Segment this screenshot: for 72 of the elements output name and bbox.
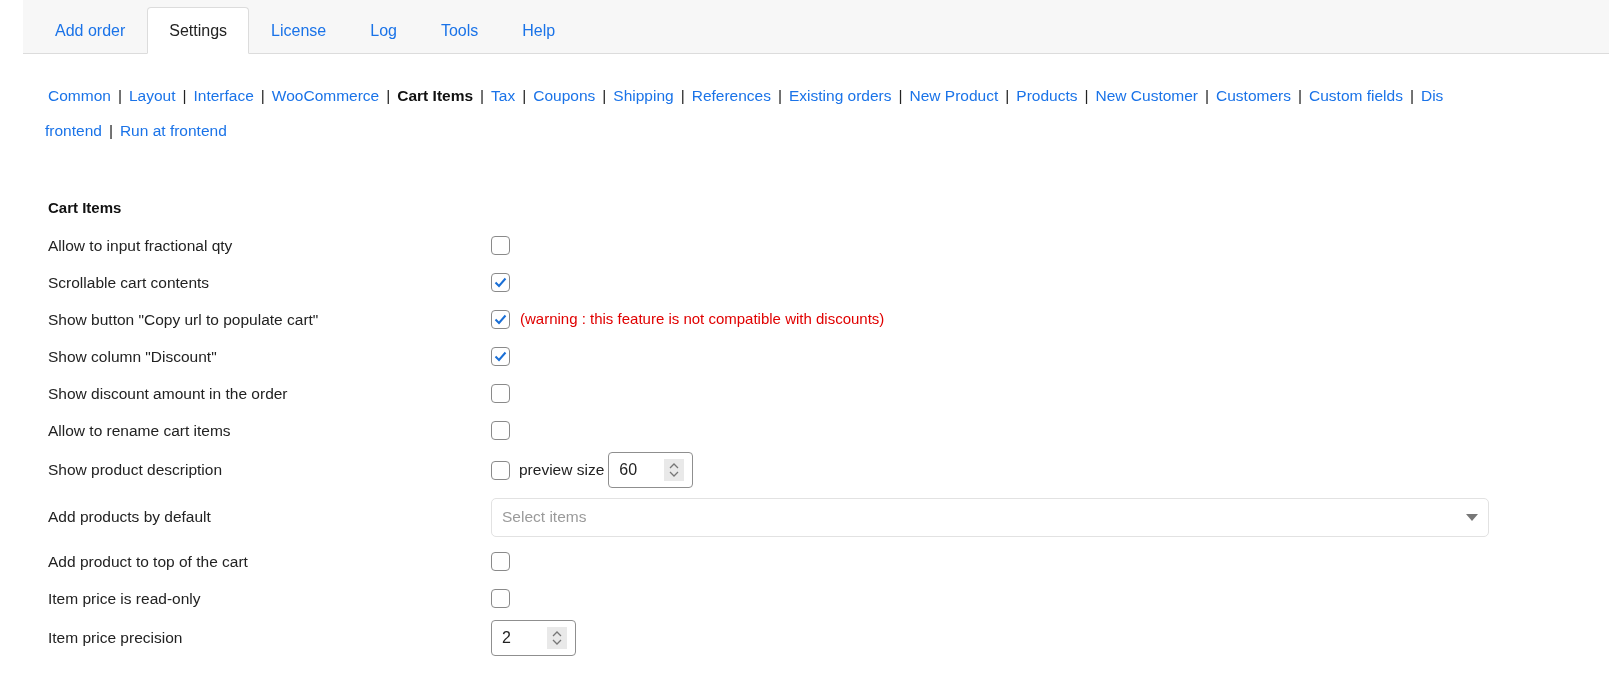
separator: | bbox=[480, 86, 485, 106]
separator: | bbox=[1205, 86, 1210, 106]
checkmark-icon bbox=[494, 314, 507, 325]
checkmark-icon bbox=[494, 351, 507, 362]
section-title: Cart Items bbox=[48, 197, 123, 218]
settings-link[interactable]: Existing orders bbox=[789, 84, 892, 108]
setting-label: Show discount amount in the order bbox=[48, 383, 289, 404]
tab[interactable]: Settings bbox=[147, 7, 250, 54]
setting-label: Scrollable cart contents bbox=[48, 272, 211, 293]
separator: | bbox=[1409, 86, 1414, 106]
separator: | bbox=[680, 86, 685, 106]
settings-link[interactable]: Dis bbox=[1420, 84, 1444, 108]
separator: | bbox=[182, 86, 187, 106]
number-field[interactable]: 2 bbox=[491, 620, 576, 656]
setting-label: Allow to rename cart items bbox=[48, 420, 232, 441]
setting-label: Show product description bbox=[48, 460, 224, 481]
checkbox[interactable] bbox=[491, 236, 510, 255]
checkbox[interactable] bbox=[491, 589, 510, 608]
checkbox[interactable] bbox=[491, 460, 510, 480]
checkbox[interactable] bbox=[491, 384, 510, 403]
separator: | bbox=[1084, 86, 1089, 106]
tab[interactable]: Tools bbox=[418, 7, 501, 54]
separator: | bbox=[117, 86, 122, 106]
separator: | bbox=[777, 86, 782, 106]
setting-label: Allow to input fractional qty bbox=[48, 235, 234, 256]
settings-link[interactable]: Tax bbox=[491, 84, 516, 108]
settings-link[interactable]: New Product bbox=[909, 84, 999, 108]
checkbox[interactable] bbox=[491, 273, 510, 292]
separator: | bbox=[898, 86, 903, 106]
separator: | bbox=[108, 121, 113, 142]
setting-label: Show column "Discount" bbox=[48, 346, 218, 367]
spinner-icon bbox=[547, 627, 567, 649]
settings-link[interactable]: References bbox=[691, 84, 771, 108]
settings-link[interactable]: Common bbox=[48, 84, 111, 108]
settings-link[interactable]: frontend bbox=[45, 119, 102, 143]
settings-link[interactable]: Shipping bbox=[613, 84, 674, 108]
checkmark-icon bbox=[494, 277, 507, 288]
tab[interactable]: Help bbox=[500, 7, 578, 54]
select-field[interactable]: Select items bbox=[491, 497, 1489, 537]
settings-link[interactable]: Custom fields bbox=[1309, 84, 1403, 108]
tab[interactable]: Log bbox=[348, 7, 419, 54]
settings-link[interactable]: Customers bbox=[1216, 84, 1291, 108]
separator: | bbox=[522, 86, 527, 106]
setting-label: Add product to top of the cart bbox=[48, 551, 249, 572]
separator: | bbox=[260, 86, 265, 106]
checkbox[interactable] bbox=[491, 310, 510, 329]
settings-link[interactable]: WooCommerce bbox=[271, 84, 380, 108]
settings-link[interactable]: New Customer bbox=[1095, 84, 1198, 108]
checkbox[interactable] bbox=[491, 552, 510, 571]
setting-label: Item price precision bbox=[48, 628, 184, 649]
settings-link[interactable]: Layout bbox=[128, 84, 176, 108]
dropdown-caret-icon bbox=[1466, 513, 1478, 521]
warning-text: (warning : this feature is not compatible with discounts) bbox=[520, 309, 885, 330]
number-field[interactable]: 60 bbox=[608, 452, 694, 488]
separator: | bbox=[1005, 86, 1010, 106]
tab[interactable]: License bbox=[249, 7, 349, 54]
preview-size-label: preview size bbox=[519, 460, 605, 481]
spinner-icon bbox=[664, 459, 685, 481]
settings-link[interactable]: Coupons bbox=[533, 84, 596, 108]
separator: | bbox=[386, 86, 391, 106]
settings-link[interactable]: Products bbox=[1016, 84, 1078, 108]
settings-link[interactable]: Cart Items bbox=[397, 84, 474, 108]
checkbox[interactable] bbox=[491, 421, 510, 440]
setting-label: Show button "Copy url to populate cart" bbox=[48, 309, 320, 330]
setting-label: Item price is read-only bbox=[48, 588, 202, 609]
settings-link[interactable]: Interface bbox=[193, 84, 254, 108]
separator: | bbox=[1298, 86, 1302, 106]
setting-label: Add products by default bbox=[48, 507, 212, 528]
separator: | bbox=[602, 86, 607, 106]
tab[interactable]: Add order bbox=[33, 7, 148, 54]
checkbox[interactable] bbox=[491, 347, 510, 366]
settings-link[interactable]: Run at frontend bbox=[119, 119, 227, 143]
